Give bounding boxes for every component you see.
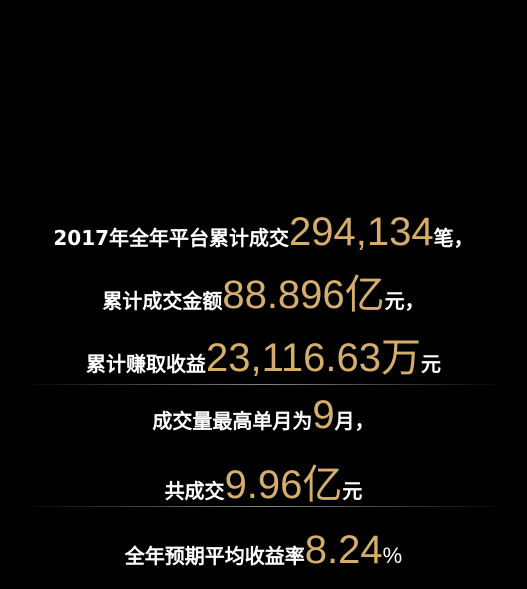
peak-month-amount-label: 共成交 [164, 479, 225, 503]
avg-yield-line: 全年预期平均收益率8.24% [0, 528, 527, 573]
peak-month-label: 成交量最高单月为 [152, 409, 313, 433]
total-transactions-label: 2017年全年平台累计成交 [53, 226, 290, 250]
total-transactions-line: 2017年全年平台累计成交294,134笔， [0, 210, 527, 255]
total-transactions-suffix: 笔， [433, 226, 474, 250]
total-earnings-line: 累计赚取收益23,116.63万元 [0, 325, 527, 383]
peak-month-line: 成交量最高单月为9月， [0, 393, 527, 438]
peak-month-amount-suffix: 元 [342, 479, 363, 503]
avg-yield-label: 全年预期平均收益率 [124, 544, 305, 568]
total-earnings-unit: 万 [380, 335, 421, 381]
total-amount-unit: 亿 [344, 272, 385, 318]
peak-month-amount-unit: 亿 [302, 462, 343, 508]
avg-yield-suffix: % [382, 543, 403, 568]
peak-month-amount-value: 9.96 [224, 463, 303, 507]
total-amount-suffix: 元， [384, 289, 425, 313]
divider-1 [20, 384, 507, 385]
divider-2 [20, 506, 507, 507]
total-earnings-value: 23,116.63 [206, 336, 381, 380]
total-amount-label: 累计成交金额 [102, 289, 223, 313]
total-earnings-label: 累计赚取收益 [86, 352, 206, 376]
total-amount-line: 累计成交金额88.896亿元， [0, 262, 527, 320]
total-earnings-suffix: 元 [420, 352, 441, 376]
peak-month-suffix: 月， [334, 409, 375, 433]
stats-panel: 2017年全年平台累计成交294,134笔， 累计成交金额88.896亿元， 累… [0, 0, 527, 589]
peak-month-value: 9 [312, 393, 335, 437]
peak-month-amount-line: 共成交9.96亿元 [0, 452, 527, 510]
total-amount-value: 88.896 [222, 273, 345, 317]
total-transactions-value: 294,134 [289, 210, 434, 254]
avg-yield-value: 8.24 [304, 528, 383, 572]
